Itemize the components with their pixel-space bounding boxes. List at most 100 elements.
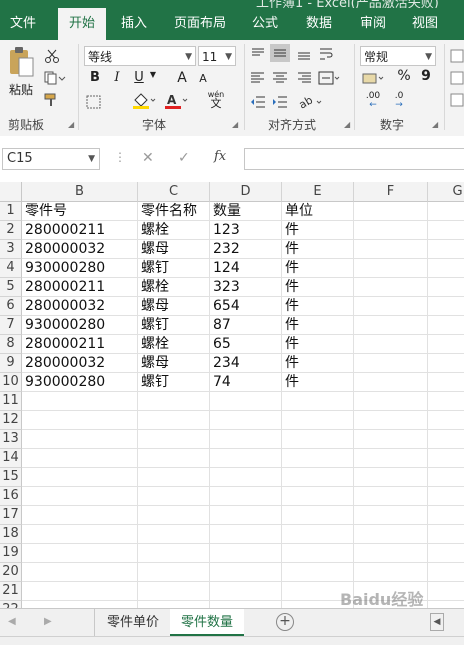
cell-d9[interactable]: 234 — [210, 354, 282, 373]
tab-review[interactable]: 审阅 — [352, 8, 394, 40]
cell-g21[interactable] — [428, 582, 464, 601]
column-header-c[interactable]: C — [138, 182, 210, 202]
name-box[interactable]: C15 ▼ — [2, 148, 100, 170]
row-header-17[interactable]: 17 — [0, 506, 22, 525]
row-header-12[interactable]: 12 — [0, 411, 22, 430]
cell-b13[interactable] — [22, 430, 138, 449]
row-header-21[interactable]: 21 — [0, 582, 22, 601]
cell-c10[interactable]: 螺钉 — [138, 373, 210, 392]
row-header-22[interactable]: 22 — [0, 601, 22, 608]
styles-icon[interactable] — [450, 48, 464, 108]
cell-d18[interactable] — [210, 525, 282, 544]
row-header-4[interactable]: 4 — [0, 259, 22, 278]
row-header-18[interactable]: 18 — [0, 525, 22, 544]
cell-b21[interactable] — [22, 582, 138, 601]
hscroll-left-icon[interactable]: ◀ — [430, 613, 444, 631]
cell-d19[interactable] — [210, 544, 282, 563]
cell-d15[interactable] — [210, 468, 282, 487]
cell-f20[interactable] — [354, 563, 428, 582]
cell-e16[interactable] — [282, 487, 354, 506]
cell-b3[interactable]: 280000032 — [22, 240, 138, 259]
cell-b5[interactable]: 280000211 — [22, 278, 138, 297]
cell-d20[interactable] — [210, 563, 282, 582]
cell-c17[interactable] — [138, 506, 210, 525]
tab-home[interactable]: 开始 — [58, 8, 106, 40]
italic-button[interactable]: I — [110, 70, 124, 85]
cell-b16[interactable] — [22, 487, 138, 506]
cell-d7[interactable]: 87 — [210, 316, 282, 335]
cell-g2[interactable] — [428, 221, 464, 240]
cell-c21[interactable] — [138, 582, 210, 601]
select-all-corner[interactable] — [0, 182, 22, 202]
scroll-right-icon[interactable]: ▶ — [44, 616, 52, 627]
column-header-g[interactable]: G — [428, 182, 464, 202]
row-header-7[interactable]: 7 — [0, 316, 22, 335]
tab-data[interactable]: 数据 — [298, 8, 340, 40]
cell-f3[interactable] — [354, 240, 428, 259]
cell-e6[interactable]: 件 — [282, 297, 354, 316]
cell-c16[interactable] — [138, 487, 210, 506]
column-header-f[interactable]: F — [354, 182, 428, 202]
format-painter-icon[interactable] — [44, 92, 60, 106]
cell-g15[interactable] — [428, 468, 464, 487]
align-middle-icon[interactable] — [270, 44, 290, 62]
row-header-2[interactable]: 2 — [0, 221, 22, 240]
cell-f13[interactable] — [354, 430, 428, 449]
cell-f17[interactable] — [354, 506, 428, 525]
cell-e12[interactable] — [282, 411, 354, 430]
cell-c19[interactable] — [138, 544, 210, 563]
cell-c1[interactable]: 零件名称 — [138, 202, 210, 221]
cell-g17[interactable] — [428, 506, 464, 525]
cell-c7[interactable]: 螺钉 — [138, 316, 210, 335]
tab-view[interactable]: 视图 — [404, 8, 446, 40]
cell-d2[interactable]: 123 — [210, 221, 282, 240]
cell-d8[interactable]: 65 — [210, 335, 282, 354]
cell-b8[interactable]: 280000211 — [22, 335, 138, 354]
cell-f10[interactable] — [354, 373, 428, 392]
row-header-11[interactable]: 11 — [0, 392, 22, 411]
add-sheet-icon[interactable]: + — [276, 613, 294, 631]
shrink-font-button[interactable]: A — [196, 72, 210, 85]
underline-button[interactable]: U — [132, 70, 146, 85]
sheet-tab-quantity[interactable]: 零件数量 — [170, 609, 244, 636]
cell-c5[interactable]: 螺栓 — [138, 278, 210, 297]
increase-indent-icon[interactable] — [272, 94, 288, 108]
chevron-down-icon[interactable]: ▼ — [148, 70, 158, 79]
cell-f15[interactable] — [354, 468, 428, 487]
cell-d11[interactable] — [210, 392, 282, 411]
cell-e13[interactable] — [282, 430, 354, 449]
cell-b17[interactable] — [22, 506, 138, 525]
cell-b20[interactable] — [22, 563, 138, 582]
cell-f1[interactable] — [354, 202, 428, 221]
decrease-decimal-button[interactable]: .0 → — [388, 92, 410, 110]
cell-d1[interactable]: 数量 — [210, 202, 282, 221]
cell-c6[interactable]: 螺母 — [138, 297, 210, 316]
cell-g7[interactable] — [428, 316, 464, 335]
row-header-3[interactable]: 3 — [0, 240, 22, 259]
cell-g3[interactable] — [428, 240, 464, 259]
cell-g19[interactable] — [428, 544, 464, 563]
number-format-select[interactable]: 常规 ▼ — [360, 46, 436, 66]
cell-e20[interactable] — [282, 563, 354, 582]
cell-g8[interactable] — [428, 335, 464, 354]
formula-input[interactable] — [244, 148, 464, 170]
cell-e19[interactable] — [282, 544, 354, 563]
cell-f5[interactable] — [354, 278, 428, 297]
cell-f8[interactable] — [354, 335, 428, 354]
cell-e8[interactable]: 件 — [282, 335, 354, 354]
cell-f9[interactable] — [354, 354, 428, 373]
align-bottom-icon[interactable] — [296, 46, 312, 60]
cell-g20[interactable] — [428, 563, 464, 582]
font-color-icon[interactable]: A — [164, 92, 188, 110]
cell-b22[interactable] — [22, 601, 138, 608]
cell-e18[interactable] — [282, 525, 354, 544]
row-header-6[interactable]: 6 — [0, 297, 22, 316]
cell-c18[interactable] — [138, 525, 210, 544]
cell-f14[interactable] — [354, 449, 428, 468]
cell-e15[interactable] — [282, 468, 354, 487]
cell-d4[interactable]: 124 — [210, 259, 282, 278]
tab-file[interactable]: 文件 — [0, 8, 46, 40]
cell-e3[interactable]: 件 — [282, 240, 354, 259]
column-header-d[interactable]: D — [210, 182, 282, 202]
cell-d13[interactable] — [210, 430, 282, 449]
